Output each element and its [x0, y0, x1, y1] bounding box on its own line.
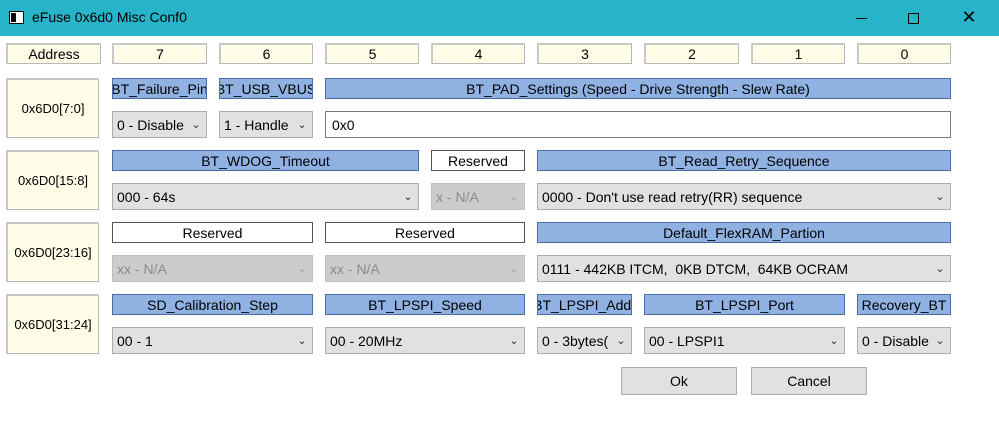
chevron-down-icon: ⌄	[935, 335, 945, 347]
header-bit-7: 7	[112, 43, 207, 64]
bt-lpspi-addr-select[interactable]: 0 - 3bytes(⌄	[537, 327, 632, 354]
header-bit-2: 2	[644, 43, 739, 64]
label-bt-usb-vbus: BT_USB_VBUS	[219, 78, 313, 99]
chevron-down-icon: ⌄	[935, 191, 945, 203]
bt-read-retry-sequence-select[interactable]: 0000 - Don't use read retry(RR) sequence…	[537, 183, 951, 210]
label-reserved: Reserved	[112, 222, 313, 243]
header-bit-5: 5	[325, 43, 419, 64]
maximize-button[interactable]	[890, 0, 936, 36]
label-bt-lpspi-addr: BT_LPSPI_Addr	[537, 294, 632, 315]
row-address: 0x6D0[7:0]	[6, 78, 99, 138]
header-bit-4: 4	[431, 43, 525, 64]
close-button[interactable]: ✕	[946, 0, 992, 36]
row-address: 0x6D0[15:8]	[6, 150, 99, 210]
bt-lpspi-speed-select[interactable]: 00 - 20MHz ⌄	[325, 327, 525, 354]
header-bit-0: 0	[857, 43, 951, 64]
chevron-down-icon: ⌄	[297, 119, 307, 131]
chevron-down-icon: ⌄	[191, 119, 201, 131]
close-icon: ✕	[961, 7, 977, 28]
cancel-button[interactable]: Cancel	[751, 367, 867, 395]
label-bt-lpspi-port: BT_LPSPI_Port	[644, 294, 845, 315]
maximize-icon	[907, 12, 919, 24]
header-bit-6: 6	[219, 43, 313, 64]
bt-wdog-timeout-select[interactable]: 000 - 64s ⌄	[112, 183, 419, 210]
title-bar: eFuse 0x6d0 Misc Conf0 ✕	[0, 0, 999, 36]
chevron-down-icon: ⌄	[935, 263, 945, 275]
bt-usb-vbus-select[interactable]: 1 - Handle ⌄	[219, 111, 313, 138]
label-default-flexram-partion: Default_FlexRAM_Partion	[537, 222, 951, 243]
label-bt-wdog-timeout: BT_WDOG_Timeout	[112, 150, 419, 171]
reserved-select: xx - N/A ⌄	[112, 255, 313, 282]
reserved-select: x - N/A ⌄	[431, 183, 525, 210]
sd-calibration-step-select[interactable]: 00 - 1 ⌄	[112, 327, 313, 354]
label-bt-lpspi-speed: BT_LPSPI_Speed	[325, 294, 525, 315]
bt-failure-pin-select[interactable]: 0 - Disable ⌄	[112, 111, 207, 138]
window-title: eFuse 0x6d0 Misc Conf0	[32, 9, 187, 25]
bt-pad-settings-input[interactable]: 0x0	[325, 111, 951, 138]
chevron-down-icon: ⌄	[403, 191, 413, 203]
row-address: 0x6D0[23:16]	[6, 222, 99, 282]
label-reserved: Reserved	[325, 222, 525, 243]
label-bt-read-retry-sequence: BT_Read_Retry_Sequence	[537, 150, 951, 171]
row-address: 0x6D0[31:24]	[6, 294, 99, 354]
minimize-icon	[855, 17, 867, 19]
label-sd-calibration-step: SD_Calibration_Step	[112, 294, 313, 315]
label-reserved: Reserved	[431, 150, 525, 171]
chevron-down-icon: ⌄	[509, 191, 519, 203]
recovery-bt-select[interactable]: 0 - Disable ⌄	[857, 327, 951, 354]
header-bit-3: 3	[537, 43, 632, 64]
label-recovery-bt: Recovery_BT	[857, 294, 951, 315]
chevron-down-icon: ⌄	[829, 335, 839, 347]
reserved-select: xx - N/A ⌄	[325, 255, 525, 282]
chevron-down-icon: ⌄	[509, 335, 519, 347]
header-bit-1: 1	[751, 43, 845, 64]
default-flexram-partion-select[interactable]: 0111 - 442KB ITCM, 0KB DTCM, 64KB OCRAM ⌄	[537, 255, 951, 282]
app-icon	[9, 11, 24, 24]
chevron-down-icon: ⌄	[297, 335, 307, 347]
label-bt-pad-settings: BT_PAD_Settings (Speed - Drive Strength …	[325, 78, 951, 99]
ok-button[interactable]: Ok	[621, 367, 737, 395]
minimize-button[interactable]	[838, 0, 884, 36]
chevron-down-icon: ⌄	[616, 335, 626, 347]
label-bt-failure-pin: BT_Failure_Pin	[112, 78, 207, 99]
bt-lpspi-port-select[interactable]: 00 - LPSPI1 ⌄	[644, 327, 845, 354]
chevron-down-icon: ⌄	[509, 263, 519, 275]
header-address: Address	[6, 43, 101, 64]
chevron-down-icon: ⌄	[297, 263, 307, 275]
